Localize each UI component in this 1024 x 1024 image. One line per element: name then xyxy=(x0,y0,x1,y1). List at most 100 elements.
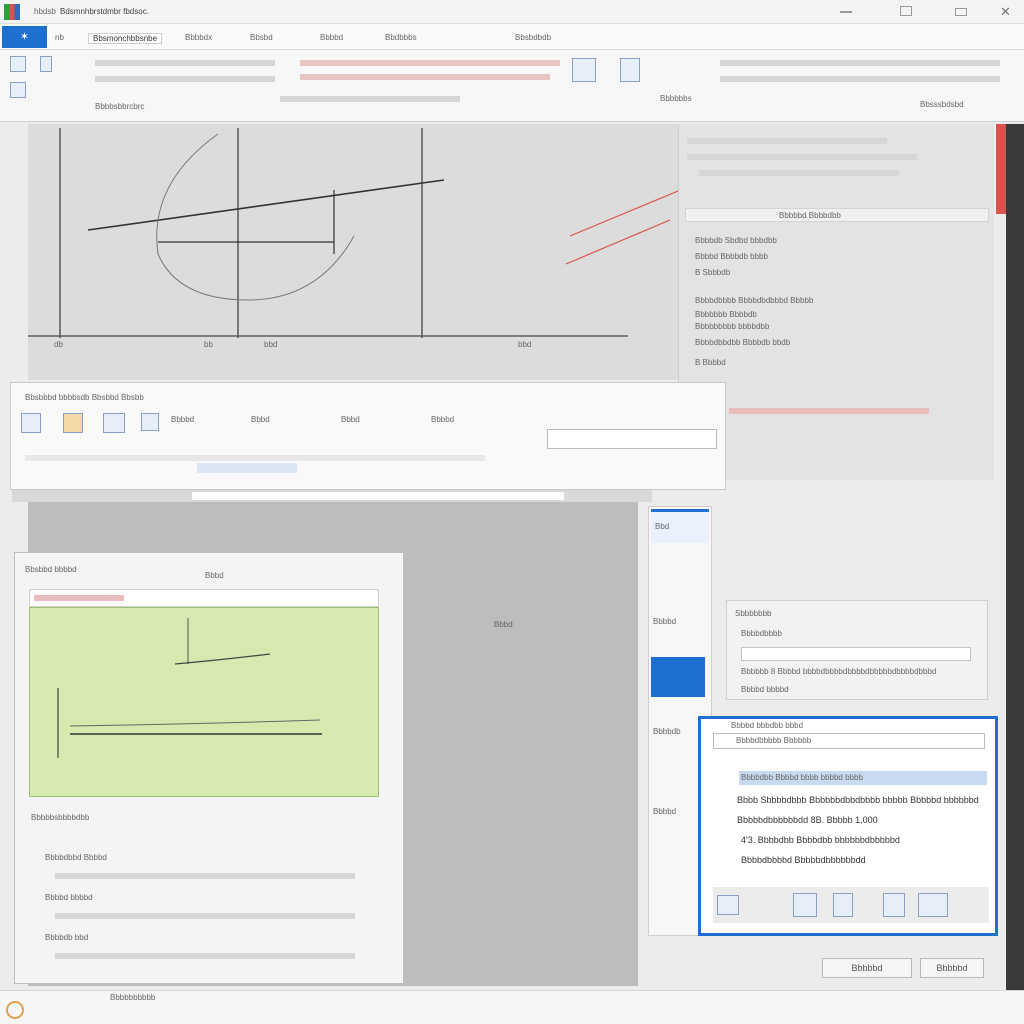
tab-2[interactable]: Bbsbd xyxy=(250,33,273,42)
tab-1[interactable]: Bbbbdx xyxy=(185,33,212,42)
inner-footer-row-2: Bbbbd bbbbd xyxy=(45,893,93,902)
printer-icon[interactable] xyxy=(21,413,41,433)
tower-icon[interactable] xyxy=(833,893,853,917)
panel-line-4: Bbbbdbbbb Bbbbdbdbbbd Bbbbb xyxy=(695,296,814,305)
ruler-bar xyxy=(12,490,652,502)
monitor-icon[interactable] xyxy=(717,895,739,915)
axis-label-2: bb xyxy=(204,340,213,349)
table-icon[interactable] xyxy=(10,82,26,98)
blue-dialog-line-3: 4'3. Bbbbdbb Bbbbdbb bbbbbbdbbbbbd xyxy=(741,835,900,845)
property-row-3: Bbbbd bbbbd xyxy=(741,685,789,694)
property-input[interactable] xyxy=(741,647,971,661)
side-list-item-selected[interactable] xyxy=(651,657,705,697)
inner-toolbar xyxy=(29,589,379,607)
dialog-button-4[interactable]: Bbbbd xyxy=(431,415,454,424)
inner-footer-row-1: Bbbbdbbd Bbbbd xyxy=(45,853,107,862)
axis-label-1: db xyxy=(54,340,63,349)
ribbon-bar xyxy=(300,74,550,80)
dialog-button-3[interactable]: Bbbd xyxy=(341,415,360,424)
app-icon xyxy=(4,4,20,20)
side-list-item-1[interactable]: Bbbbd xyxy=(653,617,676,626)
ribbon-bar xyxy=(720,60,1000,66)
panel-bar-red xyxy=(729,408,929,414)
tab-active[interactable]: Bbsmonchbbsnbe xyxy=(88,33,163,44)
blue-dialog-line-1: Bbbb Sbbbbdbbb Bbbbbbdbbdbbbb bbbbb Bbbb… xyxy=(737,795,979,805)
ok-button[interactable]: Bbbbbd xyxy=(822,958,912,978)
diagram-svg xyxy=(28,128,628,338)
green-canvas[interactable] xyxy=(29,607,379,797)
restore-icon[interactable] xyxy=(955,8,967,16)
panel-line-3: B Sbbbdb xyxy=(695,268,731,277)
folder-icon[interactable] xyxy=(141,413,159,431)
blue-dialog-field-text: Bbbbdbbbbb Bbbbbb xyxy=(736,736,812,745)
close-icon[interactable]: ✕ xyxy=(1000,4,1011,20)
side-list-header-label: Bbd xyxy=(655,522,670,531)
blue-dialog-line-4: Bbbbdbbbbd Bbbbbdbbbbbbdd xyxy=(741,855,866,865)
document-icon[interactable] xyxy=(63,413,83,433)
paste-icon[interactable] xyxy=(10,56,26,72)
panel-header: Bbbbbd Bbbbdbb xyxy=(779,211,841,220)
green-rise xyxy=(69,719,321,727)
window-title: Bdsmnhbrstdmbr fbdsoc. xyxy=(60,7,149,16)
side-list-item-2[interactable]: Bbbbdb xyxy=(653,727,681,736)
dialog-search-input[interactable] xyxy=(547,429,717,449)
curve-arc xyxy=(156,133,355,301)
dialog-highlight xyxy=(197,463,297,473)
slope-line xyxy=(87,179,445,231)
blue-dialog-selected-text: Bbbbdbb Bbbbd bbbb bbbbd bbbb xyxy=(741,773,863,782)
dialog-title: Bbsbbbd bbbbsdb Bbsbbd Bbsbb xyxy=(25,393,144,402)
ribbon-bar xyxy=(95,76,275,82)
maximize-icon[interactable] xyxy=(900,6,912,16)
tab-3[interactable]: Bbbbd xyxy=(320,33,343,42)
ribbon-bar xyxy=(280,96,460,102)
file-tab-icon: ✶ xyxy=(19,31,30,43)
dialog-row xyxy=(25,455,485,461)
ribbon-body: Bbbbsbbrcbrc Bbbbbbs Bbsssbdsbd xyxy=(0,50,1024,122)
ribbon-group-1: Bbbbsbbrcbrc xyxy=(95,102,145,111)
status-left: Bbbbbbbbbb xyxy=(110,993,156,1002)
property-row-1: Bbbbdbbbb xyxy=(741,629,782,638)
picture-icon[interactable] xyxy=(620,58,640,82)
axis-label-4: bbd xyxy=(518,340,532,349)
chart-icon[interactable] xyxy=(572,58,596,82)
side-list-header[interactable]: Bbd xyxy=(651,509,709,543)
cancel-button[interactable]: Bbbbbd xyxy=(920,958,984,978)
ribbon-red-label: Bbsbdbdb xyxy=(515,33,552,42)
blue-dialog-icon-row xyxy=(713,887,989,923)
person-icon[interactable] xyxy=(793,893,817,917)
tab-home[interactable]: nb xyxy=(55,33,64,42)
inner-footer-title: Bbbbbsbbbbdbb xyxy=(31,813,90,822)
panel-line-7: Bbbbdbbdbb Bbbbdb bbdb xyxy=(695,338,791,347)
red-scroll-strip xyxy=(996,124,1006,214)
printer-device-icon[interactable] xyxy=(918,893,948,917)
ribbon-tabs: ✶ nb Bbsmonchbbsnbe Bbbbdx Bbsbd Bbbbd B… xyxy=(0,24,1024,50)
blue-dialog-selected-row[interactable]: Bbbbdbb Bbbbd bbbb bbbbd bbbb xyxy=(739,771,987,785)
document-stack-icon[interactable] xyxy=(883,893,905,917)
blue-dialog-field[interactable]: Bbbbdbbbbb Bbbbbb xyxy=(713,733,985,749)
property-title: Sbbbbbbb xyxy=(735,609,772,618)
dialog-button-1[interactable]: Bbbbd xyxy=(171,415,194,424)
panel-bar xyxy=(687,138,887,144)
file-tab[interactable]: ✶ xyxy=(2,26,47,48)
ribbon-bar xyxy=(300,60,560,66)
dialog-button-2[interactable]: Bbbd xyxy=(251,415,270,424)
minimize-icon[interactable] xyxy=(840,11,852,13)
inner-footer-row-3: Bbbbdb bbd xyxy=(45,933,89,942)
green-curve xyxy=(174,653,271,665)
side-list-item-3[interactable]: Bbbbd xyxy=(653,807,676,816)
inner-window: Bbsbbd bbbbd Bbbd Bbbbbsbbbbdbb Bbbbdbbd… xyxy=(14,552,404,984)
inner-row xyxy=(55,873,355,879)
inner-annotation: Bbbd xyxy=(494,620,513,629)
blue-dialog: Bbbbd bbbdbb bbbd Bbbbdbbbbb Bbbbbb Bbbb… xyxy=(698,716,998,936)
tab-4[interactable]: Bbdbbbs xyxy=(385,33,417,42)
ribbon-bar xyxy=(720,76,1000,82)
panel-bar xyxy=(687,154,917,160)
ruler-fill xyxy=(192,492,564,500)
diagram-canvas[interactable]: db bb bbd bbd xyxy=(28,124,678,380)
panel-bar xyxy=(699,170,899,176)
dark-edge xyxy=(1006,124,1024,1024)
format-icon[interactable] xyxy=(40,56,52,72)
ribbon-group-3: Bbsssbdsbd xyxy=(920,100,964,109)
layout-icon[interactable] xyxy=(103,413,125,433)
dialog-window: Bbsbbbd bbbbsdb Bbsbbd Bbsbb Bbbbd Bbbd … xyxy=(10,382,726,490)
